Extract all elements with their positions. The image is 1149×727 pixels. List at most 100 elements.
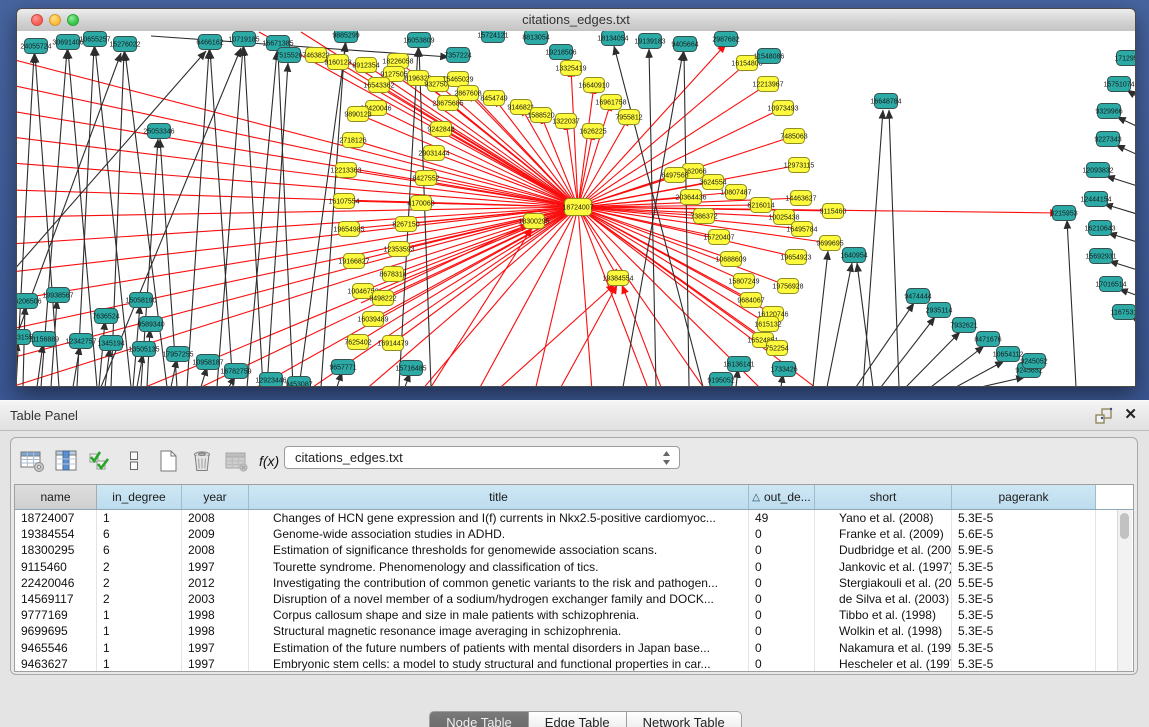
graph-node[interactable]: 10688609 — [715, 252, 746, 267]
table-cell[interactable]: 0 — [749, 656, 815, 672]
graph-node[interactable]: 9195052 — [707, 373, 734, 387]
table-cell[interactable]: Yano et al. (2008) — [815, 510, 952, 526]
graph-node[interactable]: 2987682 — [712, 32, 739, 47]
graph-node[interactable]: 7485063 — [780, 129, 807, 144]
graph-node[interactable]: 1626225 — [579, 124, 606, 139]
graph-node[interactable]: 9405664 — [671, 37, 698, 52]
table-cell[interactable]: 5.3E-5 — [952, 607, 1096, 623]
graph-node[interactable]: 17016514 — [1095, 277, 1126, 292]
graph-node[interactable]: 6497568 — [661, 168, 688, 183]
table-cell[interactable]: 19384554 — [15, 526, 97, 542]
create-column-icon[interactable] — [153, 447, 183, 475]
table-cell[interactable]: 1998 — [182, 623, 249, 639]
graph-node[interactable]: 17957255 — [162, 347, 193, 362]
delete-column-icon[interactable] — [187, 447, 217, 475]
graph-node[interactable]: 13505135 — [128, 342, 159, 357]
graph-node[interactable]: 10807487 — [720, 185, 751, 200]
table-cell[interactable]: 14569117 — [15, 591, 97, 607]
show-all-columns-icon[interactable] — [85, 447, 115, 475]
graph-node[interactable]: 15716485 — [395, 361, 426, 376]
graph-node[interactable]: 12093832 — [1082, 163, 1113, 178]
table-cell[interactable]: 1 — [97, 607, 182, 623]
graph-node[interactable]: 9474444 — [904, 289, 931, 304]
graph-node[interactable]: 18134054 — [597, 31, 628, 46]
table-cell[interactable]: Structural magnetic resonance image aver… — [249, 623, 749, 639]
table-cell[interactable]: 6 — [97, 526, 182, 542]
graph-node[interactable]: 8678314 — [379, 267, 406, 282]
graph-node[interactable]: 9160123 — [324, 55, 351, 70]
graph-node[interactable]: 9242848 — [427, 122, 454, 137]
tab-network-table[interactable]: Network Table — [627, 711, 742, 727]
table-row[interactable]: 969969511998Structural magnetic resonanc… — [15, 623, 1133, 639]
graph-node[interactable]: 9699695 — [816, 236, 843, 251]
graph-node[interactable]: 12923446 — [255, 373, 286, 387]
table-cell[interactable]: 5.3E-5 — [952, 510, 1096, 526]
graph-node[interactable]: 19756928 — [772, 279, 803, 294]
graph-node[interactable]: 13325419 — [555, 61, 586, 76]
table-cell[interactable]: 9115460 — [15, 559, 97, 575]
column-header-short[interactable]: short — [815, 485, 952, 509]
graph-node[interactable]: 8912354 — [352, 58, 379, 73]
table-cell[interactable]: 2008 — [182, 510, 249, 526]
table-cell[interactable]: 0 — [749, 542, 815, 558]
graph-node[interactable]: 7386372 — [690, 209, 717, 224]
table-cell[interactable]: Dudbridge et al. (2008) — [815, 542, 952, 558]
graph-node[interactable]: 8427552 — [412, 171, 439, 186]
table-cell[interactable]: Investigating the contribution of common… — [249, 575, 749, 591]
network-canvas[interactable]: 7463822916012389123541822605891275051654… — [17, 31, 1135, 386]
graph-node[interactable]: 2718126 — [339, 133, 366, 148]
table-row[interactable]: 1872400712008Changes of HCN gene express… — [15, 510, 1133, 526]
table-cell[interactable]: 49 — [749, 510, 815, 526]
column-chooser-icon[interactable] — [51, 447, 81, 475]
graph-node[interactable]: 9684067 — [737, 293, 764, 308]
table-row[interactable]: 946554611997Estimation of the future num… — [15, 640, 1133, 656]
table-row[interactable]: 2242004622012Investigating the contribut… — [15, 575, 1133, 591]
graph-node[interactable]: 16210643 — [1084, 221, 1115, 236]
network-window-titlebar[interactable]: citations_edges.txt — [17, 9, 1135, 32]
graph-node[interactable]: 9890123 — [344, 107, 371, 122]
graph-node[interactable]: 9657771 — [329, 360, 356, 375]
graph-node[interactable]: 1712954 — [1114, 51, 1135, 66]
table-cell[interactable]: 2003 — [182, 591, 249, 607]
graph-node[interactable]: 16053809 — [403, 33, 434, 48]
table-mode-icon[interactable] — [17, 447, 47, 475]
table-scrollbar-thumb[interactable] — [1120, 513, 1129, 539]
graph-node[interactable]: 3624554 — [699, 175, 726, 190]
table-cell[interactable]: 0 — [749, 607, 815, 623]
table-cell[interactable]: 1998 — [182, 607, 249, 623]
graph-node[interactable]: 7955812 — [615, 110, 642, 125]
table-cell[interactable]: 5.6E-5 — [952, 526, 1096, 542]
network-window[interactable]: citations_edges.txt 74638229160123891235… — [16, 8, 1136, 387]
table-cell[interactable]: 5.3E-5 — [952, 656, 1096, 672]
table-cell[interactable]: 9699695 — [15, 623, 97, 639]
column-header-name[interactable]: name — [15, 485, 97, 509]
graph-node[interactable]: 19218506 — [545, 45, 576, 60]
graph-node[interactable]: 1588520 — [527, 108, 554, 123]
graph-node[interactable]: 752254 — [765, 341, 788, 356]
table-selector-dropdown[interactable]: citations_edges.txt — [284, 446, 680, 469]
graph-node[interactable]: 8813054 — [522, 31, 549, 45]
graph-node[interactable]: 10655257 — [79, 32, 110, 47]
table-cell[interactable]: 5.5E-5 — [952, 575, 1096, 591]
table-cell[interactable]: 0 — [749, 640, 815, 656]
graph-node[interactable]: 1345194 — [97, 336, 124, 351]
table-cell[interactable]: Jankovic et al. (1997) — [815, 559, 952, 575]
tab-edge-table[interactable]: Edge Table — [529, 711, 627, 727]
graph-node[interactable]: 7625402 — [344, 335, 371, 350]
table-cell[interactable]: Hescheler et al. (1997) — [815, 656, 952, 672]
graph-node[interactable]: 9245052 — [1020, 354, 1047, 369]
graph-node[interactable]: 6466162 — [196, 35, 223, 50]
graph-node[interactable]: 15724121 — [477, 31, 508, 43]
column-header-in_degree[interactable]: in_degree — [97, 485, 182, 509]
table-cell[interactable]: Embryonic stem cells: a model to study s… — [249, 656, 749, 672]
column-header-pagerank[interactable]: pagerank — [952, 485, 1096, 509]
graph-node[interactable]: 12342757 — [65, 334, 96, 349]
table-cell[interactable]: 0 — [749, 526, 815, 542]
table-cell[interactable]: Stergiakouli et al. (2012) — [815, 575, 952, 591]
table-cell[interactable]: 0 — [749, 591, 815, 607]
table-row[interactable]: 946362711997Embryonic stem cells: a mode… — [15, 656, 1133, 672]
column-header-year[interactable]: year — [182, 485, 249, 509]
graph-node[interactable]: 4170060 — [407, 196, 434, 211]
graph-node[interactable]: 19139183 — [634, 34, 665, 49]
table-cell[interactable]: 18724007 — [15, 510, 97, 526]
